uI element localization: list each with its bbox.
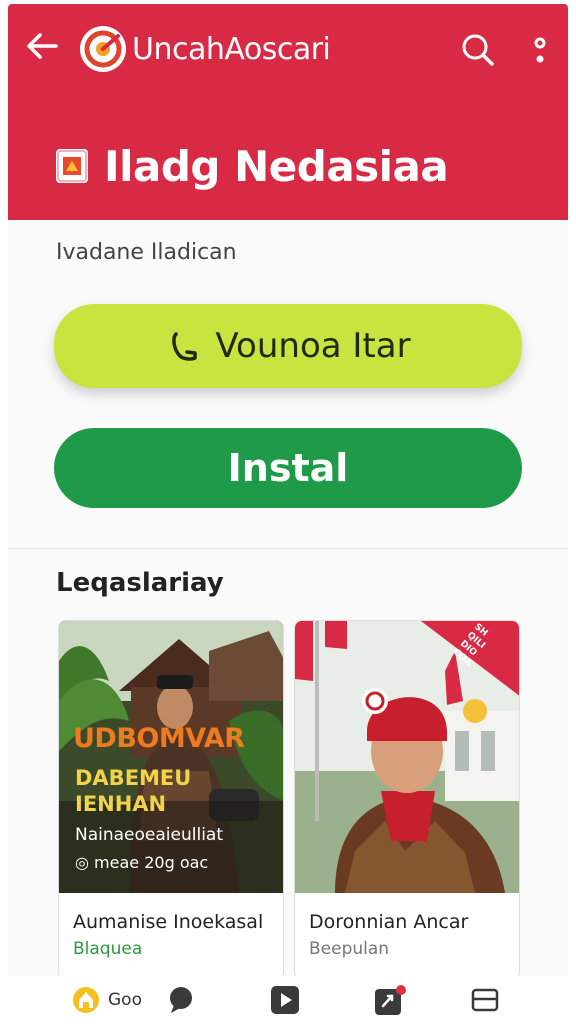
card-meta: Blaquea bbox=[73, 939, 143, 959]
card-overlay-caption: Nainaeoeaieulliat bbox=[75, 825, 223, 845]
page-title: Iladg Nedasiaa bbox=[104, 141, 449, 191]
update-button-label: Vounoa Itar bbox=[215, 326, 411, 366]
install-button-label: Instal bbox=[227, 446, 349, 490]
menu-card-icon bbox=[471, 988, 499, 1012]
app-name: UncahAoscari bbox=[132, 32, 331, 67]
arrow-left-icon[interactable] bbox=[22, 26, 62, 66]
card-title: Doronnian Ancar bbox=[309, 911, 469, 933]
more-vertical-icon[interactable] bbox=[528, 32, 552, 72]
content-card[interactable]: UDBOMVAR DABEMEU IENHAN Nainaeoeaieullia… bbox=[58, 620, 284, 980]
card-meta: Beepulan bbox=[309, 939, 390, 959]
chat-icon bbox=[170, 987, 192, 1013]
card-overlay-subhead-line1: DABEMEU bbox=[75, 766, 192, 790]
bottom-nav: Goo bbox=[8, 976, 568, 1020]
update-button[interactable]: Vounoa Itar bbox=[54, 304, 522, 388]
divider bbox=[8, 548, 568, 549]
nav-home-label: Goo bbox=[108, 990, 142, 1010]
phone-icon bbox=[172, 332, 198, 361]
section-title: Leqaslariay bbox=[56, 568, 224, 598]
install-button[interactable]: Instal bbox=[54, 428, 522, 508]
card-overlay-headline: UDBOMVAR bbox=[73, 723, 245, 754]
notification-icon bbox=[375, 985, 406, 1015]
nav-item-play[interactable] bbox=[270, 984, 300, 1016]
subtitle: Ivadane Iladican bbox=[56, 240, 237, 265]
nav-item-menu[interactable] bbox=[470, 984, 500, 1016]
app-badge-icon bbox=[56, 149, 88, 183]
page-title-row: Iladg Nedasiaa bbox=[56, 136, 449, 196]
top-bar: UncahAoscari bbox=[8, 4, 568, 94]
card-thumbnail: SH QILI DIO COA bbox=[295, 621, 519, 893]
card-title: Aumanise Inoekasal bbox=[73, 911, 264, 933]
app-frame: UncahAoscari Iladg Nedasiaa Ivadane Ilad… bbox=[8, 4, 568, 1020]
home-icon bbox=[73, 987, 99, 1013]
header: UncahAoscari Iladg Nedasiaa bbox=[8, 4, 568, 220]
nav-item-notifications[interactable] bbox=[374, 984, 408, 1016]
app-logo bbox=[80, 26, 126, 72]
card-thumbnail: UDBOMVAR DABEMEU IENHAN Nainaeoeaieullia… bbox=[59, 621, 283, 893]
card-overlay-subhead-line2: IENHAN bbox=[75, 792, 167, 816]
nav-item-chat[interactable] bbox=[166, 984, 196, 1016]
content-card[interactable]: SH QILI DIO COA Doronnian Ancar Beepulan bbox=[294, 620, 520, 980]
play-icon bbox=[271, 986, 299, 1014]
card-overlay-date: ◎ meae 20g oac bbox=[75, 853, 209, 872]
card-overlay-subhead: DABEMEU IENHAN bbox=[75, 765, 191, 817]
nav-item-home[interactable]: Goo bbox=[72, 984, 142, 1016]
search-icon[interactable] bbox=[458, 30, 498, 70]
